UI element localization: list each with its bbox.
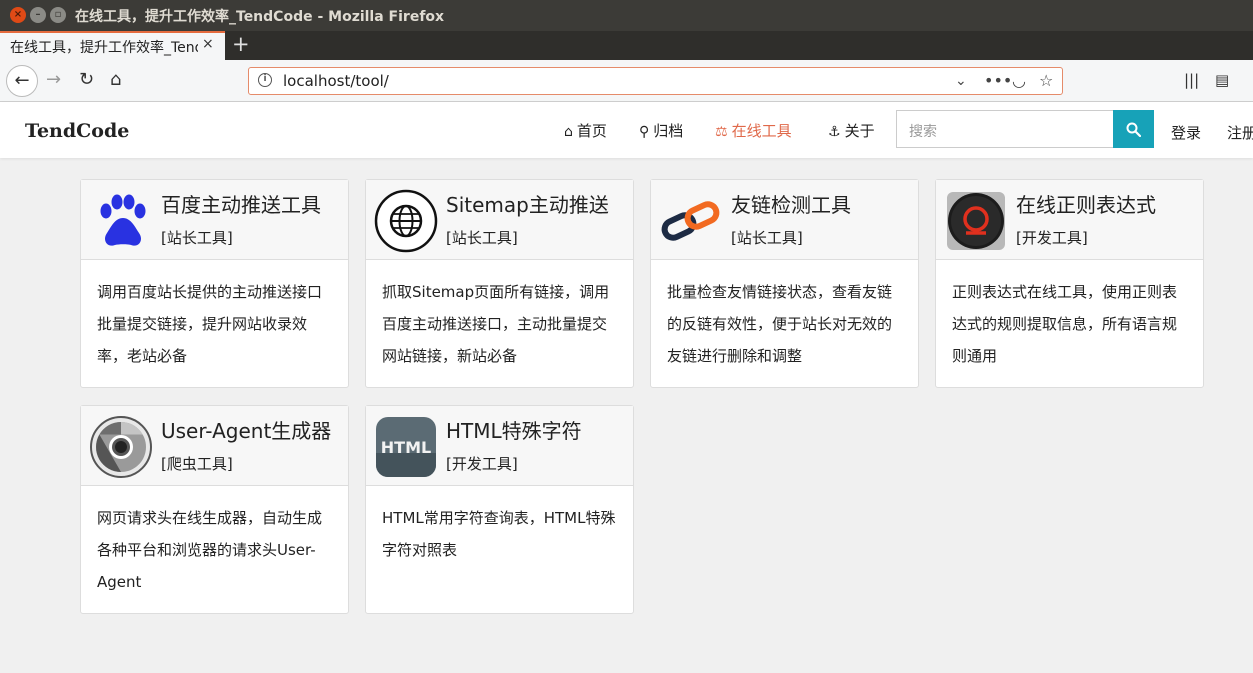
window-maximize-button[interactable]: ▫	[50, 7, 66, 23]
globe-icon	[374, 189, 438, 253]
nav-item-tools[interactable]: ⚖ 在线工具	[715, 120, 792, 141]
url-bar[interactable]: i localhost/tool/ ⌄ ••• ◡ ☆	[248, 67, 1063, 95]
card-category: [站长工具]	[731, 229, 803, 247]
card-header: 友链检测工具 [站长工具]	[651, 180, 918, 260]
card-title[interactable]: HTML特殊字符	[446, 415, 582, 444]
tool-card-regex[interactable]: 在线正则表达式 [开发工具] 正则表达式在线工具，使用正则表达式的规则提取信息，…	[935, 179, 1204, 388]
card-title[interactable]: 百度主动推送工具	[161, 189, 321, 218]
card-header: 百度主动推送工具 [站长工具]	[81, 180, 348, 260]
regex-icon	[947, 192, 1005, 250]
tool-card-user-agent[interactable]: User-Agent生成器 [爬虫工具] 网页请求头在线生成器，自动生成各种平台…	[80, 405, 349, 614]
card-description: 批量检查友情链接状态，查看友链的反链有效性，便于站长对无效的友链进行删除和调整	[667, 283, 893, 365]
sitemap-icon: ⚲	[639, 124, 650, 140]
window-close-button[interactable]: ×	[10, 7, 26, 23]
card-description: 网页请求头在线生成器，自动生成各种平台和浏览器的请求头User-Agent	[97, 509, 323, 591]
search-icon	[1126, 122, 1141, 137]
card-category: [开发工具]	[1016, 229, 1088, 247]
sidebar-icon[interactable]: ▤	[1215, 69, 1229, 91]
baidu-paw-icon	[100, 194, 146, 246]
card-category: [站长工具]	[446, 229, 518, 247]
search-button[interactable]	[1113, 110, 1154, 148]
browser-tab[interactable]: 在线工具，提升工作效率_TendCode ×	[0, 31, 225, 60]
tool-card-link-check[interactable]: 友链检测工具 [站长工具] 批量检查友情链接状态，查看友链的反链有效性，便于站长…	[650, 179, 919, 388]
url-text[interactable]: localhost/tool/	[283, 72, 389, 90]
nav-item-about[interactable]: ⚓ 关于	[828, 120, 875, 141]
search-input[interactable]: 搜索	[896, 110, 1114, 148]
tool-card-sitemap-push[interactable]: Sitemap主动推送 [站长工具] 抓取Sitemap页面所有链接，调用百度主…	[365, 179, 634, 388]
card-header: 在线正则表达式 [开发工具]	[936, 180, 1203, 260]
site-logo[interactable]: TendCode	[25, 120, 129, 142]
window-title: 在线工具，提升工作效率_TendCode - Mozilla Firefox	[75, 9, 445, 25]
library-icon[interactable]: |||	[1184, 69, 1199, 91]
home-icon: ⌂	[564, 124, 573, 140]
card-description: 调用百度站长提供的主动推送接口批量提交链接，提升网站收录效率，老站必备	[97, 283, 323, 365]
html-icon: HTML	[376, 417, 436, 477]
browser-navbar: ← → ↻ ⌂ i localhost/tool/ ⌄ ••• ◡ ☆ ||| …	[0, 60, 1253, 102]
balance-scale-icon: ⚖	[715, 124, 728, 140]
card-category: [爬虫工具]	[161, 455, 233, 473]
back-button[interactable]: ←	[6, 65, 38, 97]
window-titlebar: × – ▫ 在线工具，提升工作效率_TendCode - Mozilla Fir…	[0, 0, 1253, 31]
login-link[interactable]: 登录	[1171, 122, 1201, 143]
tab-strip: 在线工具，提升工作效率_TendCode × +	[0, 31, 1253, 60]
card-description: 正则表达式在线工具，使用正则表达式的规则提取信息，所有语言规则通用	[952, 283, 1178, 365]
chrome-icon	[90, 416, 152, 478]
card-description: HTML常用字符查询表，HTML特殊字符对照表	[382, 509, 616, 559]
tool-card-baidu-push[interactable]: 百度主动推送工具 [站长工具] 调用百度站长提供的主动推送接口批量提交链接，提升…	[80, 179, 349, 388]
bookmark-star-icon[interactable]: ☆	[1039, 71, 1053, 90]
tab-title: 在线工具，提升工作效率_TendCode	[10, 40, 198, 56]
new-tab-button[interactable]: +	[232, 32, 250, 56]
card-title[interactable]: 在线正则表达式	[1016, 189, 1156, 218]
window-minimize-button[interactable]: –	[30, 7, 46, 23]
chevron-down-icon[interactable]: ⌄	[955, 73, 967, 89]
svg-text:HTML: HTML	[381, 438, 431, 457]
card-header: User-Agent生成器 [爬虫工具]	[81, 406, 348, 486]
nav-item-home[interactable]: ⌂ 首页	[564, 120, 607, 141]
card-title[interactable]: 友链检测工具	[731, 189, 851, 218]
card-header: HTML HTML特殊字符 [开发工具]	[366, 406, 633, 486]
more-icon[interactable]: •••	[984, 71, 1012, 90]
tool-card-html-chars[interactable]: HTML HTML特殊字符 [开发工具] HTML常用字符查询表，HTML特殊字…	[365, 405, 634, 614]
nav-item-archive[interactable]: ⚲ 归档	[639, 120, 683, 141]
card-description: 抓取Sitemap页面所有链接，调用百度主动推送接口，主动批量提交网站链接，新站…	[382, 283, 610, 365]
card-category: [站长工具]	[161, 229, 233, 247]
card-category: [开发工具]	[446, 455, 518, 473]
site-header: TendCode ⌂ 首页 ⚲ 归档 ⚖ 在线工具 ⚓ 关于 搜索 登录 注册	[0, 102, 1253, 158]
card-header: Sitemap主动推送 [站长工具]	[366, 180, 633, 260]
info-icon[interactable]: i	[258, 73, 272, 87]
home-icon[interactable]: ⌂	[110, 69, 121, 91]
tab-close-icon[interactable]: ×	[202, 36, 214, 52]
reload-icon[interactable]: ↻	[79, 69, 94, 91]
forward-button[interactable]: →	[46, 69, 61, 91]
card-title[interactable]: Sitemap主动推送	[446, 189, 609, 218]
card-title[interactable]: User-Agent生成器	[161, 415, 331, 444]
pocket-icon[interactable]: ◡	[1012, 71, 1026, 90]
register-link[interactable]: 注册	[1227, 122, 1253, 143]
chain-link-icon	[661, 201, 720, 241]
anchor-icon: ⚓	[828, 124, 841, 140]
